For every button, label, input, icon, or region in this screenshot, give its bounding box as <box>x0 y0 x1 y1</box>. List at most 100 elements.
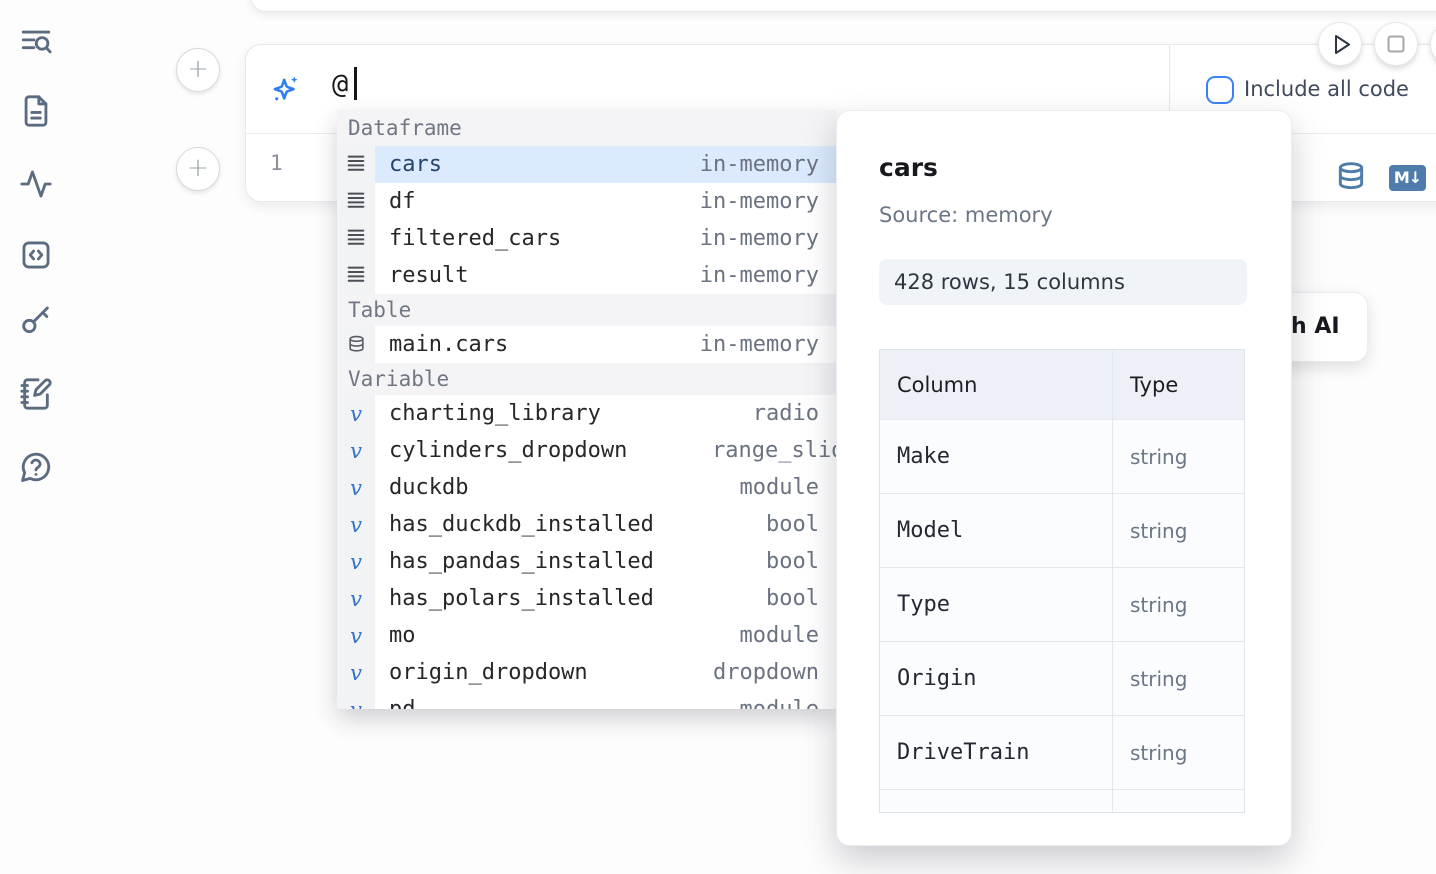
autocomplete-item-has_duckdb_installed[interactable]: v has_duckdb_installed bool <box>337 506 836 543</box>
autocomplete-item-name: has_duckdb_installed <box>389 512 654 537</box>
autocomplete-item-gutter: v <box>337 469 375 506</box>
autocomplete-item-name: has_pandas_installed <box>389 549 654 574</box>
line-number: 1 <box>270 151 283 175</box>
autocomplete-section-header: Variable <box>337 363 836 395</box>
autocomplete-popup: Dataframecarsin-memorydfin-memoryfiltere… <box>337 110 836 709</box>
dataframe-preview-card: cars Source: memory 428 rows, 15 columns… <box>836 110 1292 846</box>
sidebar-item-files[interactable] <box>19 94 55 130</box>
autocomplete-item-gutter: v <box>337 395 375 432</box>
help-chat-icon <box>19 469 53 488</box>
autocomplete-item-df[interactable]: dfin-memory <box>337 183 836 220</box>
dataframe-icon <box>345 152 367 178</box>
schema-header-row: ColumnType <box>880 350 1244 420</box>
variable-icon: v <box>350 698 362 710</box>
autocomplete-item-pd[interactable]: v pd module <box>337 691 836 709</box>
autocomplete-item-cylinders_dropdown[interactable]: v cylinders_dropdown range_slider <box>337 432 836 469</box>
previous-cell-edge <box>250 0 1436 12</box>
autocomplete-item-type: bool <box>766 512 819 537</box>
schema-row-Type: Typestring <box>880 568 1244 642</box>
autocomplete-item-main.cars[interactable]: main.carsin-memory <box>337 326 836 363</box>
autocomplete-item-name: origin_dropdown <box>389 660 588 685</box>
autocomplete-item-type: module <box>740 623 819 648</box>
autocomplete-item-name: cylinders_dropdown <box>389 438 627 463</box>
variable-icon: v <box>350 402 362 426</box>
autocomplete-item-has_pandas_installed[interactable]: v has_pandas_installed bool <box>337 543 836 580</box>
autocomplete-item-duckdb[interactable]: v duckdb module <box>337 469 836 506</box>
markdown-icon[interactable]: M↓ <box>1389 165 1426 191</box>
autocomplete-item-type: dropdown <box>713 660 819 685</box>
autocomplete-item-name: charting_library <box>389 401 601 426</box>
variable-icon: v <box>350 439 362 463</box>
autocomplete-item-type: in-memory <box>700 226 819 251</box>
autocomplete-item-gutter: v <box>337 506 375 543</box>
sidebar-item-activity[interactable] <box>19 167 55 203</box>
preview-schema-table: ColumnTypeMakestringModelstringTypestrin… <box>879 349 1245 813</box>
file-text-icon <box>19 113 53 132</box>
schema-row-Model: Modelstring <box>880 494 1244 568</box>
autocomplete-item-gutter: v <box>337 691 375 709</box>
autocomplete-item-name: mo <box>389 623 416 648</box>
autocomplete-item-filtered_cars[interactable]: filtered_cars in-memory <box>337 220 836 257</box>
sidebar-item-help[interactable] <box>19 450 55 486</box>
sidebar-item-snippets[interactable] <box>19 238 55 274</box>
schema-row-DriveTrain: DriveTrainstring <box>880 716 1244 790</box>
sidebar-item-scratchpad[interactable] <box>19 377 55 413</box>
sidebar-item-secrets[interactable] <box>19 303 55 339</box>
text-search-icon <box>19 44 53 63</box>
autocomplete-item-gutter <box>337 146 375 183</box>
add-cell-above-button[interactable]: + <box>176 48 220 92</box>
autocomplete-item-gutter <box>337 183 375 220</box>
preview-title: cars <box>879 153 938 182</box>
autocomplete-item-name: duckdb <box>389 475 468 500</box>
autocomplete-item-type: bool <box>766 549 819 574</box>
dataframe-icon <box>345 226 367 252</box>
autocomplete-item-name: filtered_cars <box>389 226 561 251</box>
autocomplete-item-gutter <box>337 220 375 257</box>
autocomplete-item-type: range_slider <box>712 438 836 463</box>
sparkles-icon <box>270 74 301 105</box>
autocomplete-item-result[interactable]: resultin-memory <box>337 257 836 294</box>
notebook-canvas: + + @ Include all code 1 M↓ <box>0 0 1436 874</box>
include-all-code-checkbox[interactable] <box>1206 76 1234 104</box>
schema-header-column: Column <box>897 373 977 397</box>
schema-row-Make: Makestring <box>880 420 1244 494</box>
schema-row-partial <box>880 790 1244 813</box>
variable-icon: v <box>350 476 362 500</box>
autocomplete-item-type: module <box>740 475 819 500</box>
preview-source: Source: memory <box>879 203 1053 227</box>
autocomplete-item-type: module <box>740 697 819 709</box>
autocomplete-item-gutter: v <box>337 654 375 691</box>
code-snippet-icon <box>19 257 53 276</box>
variable-icon: v <box>350 587 362 611</box>
autocomplete-item-gutter <box>337 257 375 294</box>
sidebar <box>0 0 72 874</box>
sidebar-item-search[interactable] <box>19 25 55 61</box>
autocomplete-item-name: pd <box>389 697 416 709</box>
dataframe-icon <box>345 263 367 289</box>
autocomplete-item-name: main.cars <box>389 332 508 357</box>
variable-icon: v <box>350 661 362 685</box>
autocomplete-section-header: Dataframe <box>337 110 836 146</box>
key-icon <box>19 322 53 341</box>
run-cell-button[interactable] <box>1318 22 1362 66</box>
autocomplete-item-name: cars <box>389 152 442 177</box>
ai-prompt-input[interactable]: @ <box>332 69 348 100</box>
ai-button-label: h AI <box>1291 293 1340 361</box>
autocomplete-item-mo[interactable]: vmo module <box>337 617 836 654</box>
autocomplete-item-cars[interactable]: cars in-memory <box>337 146 836 183</box>
autocomplete-item-type: bool <box>766 586 819 611</box>
autocomplete-item-name: df <box>389 189 416 214</box>
variable-icon: v <box>350 550 362 574</box>
autocomplete-item-has_polars_installed[interactable]: vhas_polars_installedbool <box>337 580 836 617</box>
schema-row-Origin: Originstring <box>880 642 1244 716</box>
add-cell-below-button[interactable]: + <box>176 147 220 191</box>
stop-button[interactable] <box>1374 22 1418 66</box>
database-icon[interactable] <box>1335 161 1367 193</box>
autocomplete-item-type: in-memory <box>700 263 819 288</box>
autocomplete-item-origin_dropdown[interactable]: v origin_dropdown dropdown <box>337 654 836 691</box>
autocomplete-item-gutter <box>337 326 375 363</box>
autocomplete-item-type: in-memory <box>700 152 819 177</box>
autocomplete-item-gutter: v <box>337 432 375 469</box>
autocomplete-item-charting_library[interactable]: vcharting_libraryradio <box>337 395 836 432</box>
autocomplete-item-gutter: v <box>337 617 375 654</box>
